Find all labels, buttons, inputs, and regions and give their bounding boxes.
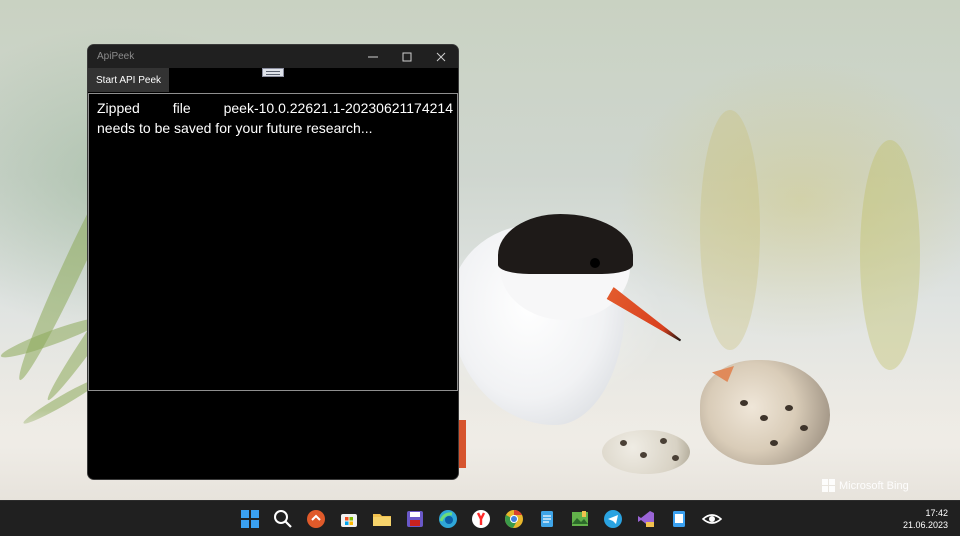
search-icon [273,510,292,528]
bing-watermark-text: Microsoft Bing [839,479,909,492]
minimize-button[interactable] [356,45,390,68]
window-title: ApiPeek [97,51,135,62]
start-button[interactable] [233,501,266,536]
chrome-icon [504,510,523,528]
maximize-icon [402,52,412,61]
apipeek-window: ApiPeek Start API Peek Zipped file peek-… [87,44,459,480]
close-button[interactable] [424,45,458,68]
app-tablet-button[interactable] [662,501,695,536]
bing-logo-icon [822,479,835,492]
bing-watermark: Microsoft Bing [822,479,909,492]
edge-icon [438,510,457,528]
image-editor-button[interactable] [563,501,596,536]
output-line-2: needs to be saved for your future resear… [97,120,373,136]
resize-grip-icon[interactable] [262,68,284,77]
telegram-button[interactable] [596,501,629,536]
notepad-icon [540,511,553,527]
output-line-1: Zipped file peek-10.0.22621.1-2023062117… [97,98,453,118]
microsoft-store-icon [340,514,357,527]
visual-studio-button[interactable] [629,501,662,536]
notepad-button[interactable] [530,501,563,536]
save-app-icon [406,511,423,527]
maximize-button[interactable] [390,45,424,68]
chrome-button[interactable] [497,501,530,536]
file-explorer-button[interactable] [365,501,398,536]
yandex-browser-button[interactable] [464,501,497,536]
image-editor-icon [571,511,588,526]
clock-date: 21.06.2023 [902,520,948,530]
microsoft-store-button[interactable] [332,501,365,536]
start-api-peek-button[interactable]: Start API Peek [88,68,170,92]
system-clock[interactable]: 17:42 21.06.2023 [903,507,948,531]
output-filename: peek-10.0.22621.1-20230621174214 [223,100,453,116]
remote-desktop-icon [306,510,325,528]
save-app-button[interactable] [398,501,431,536]
yandex-browser-icon [471,510,490,528]
output-word: Zipped [97,100,140,116]
eye-app-button[interactable] [695,501,728,536]
close-icon [436,52,446,61]
start-icon [240,510,259,528]
output-textbox[interactable]: Zipped file peek-10.0.22621.1-2023062117… [88,93,458,391]
title-bar[interactable]: ApiPeek [88,45,458,68]
remote-desktop-button[interactable] [299,501,332,536]
telegram-icon [603,510,622,528]
taskbar-icons [233,501,728,536]
edge-button[interactable] [431,501,464,536]
search-button[interactable] [266,501,299,536]
clock-time: 17:42 [925,508,948,518]
eye-icon [701,514,722,524]
file-explorer-icon [372,514,391,526]
app-tablet-icon [672,511,685,527]
toolbar: Start API Peek [88,68,458,92]
taskbar: 17:42 21.06.2023 [0,500,960,536]
output-word: file [172,100,191,116]
bottom-pane [88,392,458,479]
visual-studio-icon [637,511,654,527]
minimize-icon [368,56,378,57]
